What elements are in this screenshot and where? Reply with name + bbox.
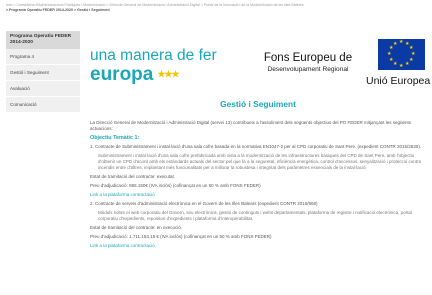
intro-text: La Direcció General de Modernització i A… (90, 120, 412, 131)
sidebar-item-gestio-seguiment[interactable]: Gestió i Seguiment (6, 65, 80, 81)
breadcrumb: Inici > Conselleria d'Administracions Pú… (6, 3, 426, 13)
item1-price: Preu d'adjudicació: 865.150€ (IVA inclòs… (90, 183, 261, 188)
europa-logo: una manera de fer europa ★★★ (90, 48, 242, 85)
item2-price: Preu d'adjudicació: 1.711.153,15 € (IVA … (90, 234, 272, 239)
tagline-line1: una manera de fer (90, 47, 217, 64)
sidebar: Programa Operatiu FEDER 2014-2020 Progra… (6, 31, 80, 113)
sidebar-item-avaluacio[interactable]: Avaluació (6, 81, 80, 97)
eu-stars-icon: ★ ★ ★ ★ ★ ★ ★ ★ ★ ★ ★ ★ (387, 39, 416, 69)
item1-description: Subministrament i instal·lació d'una sal… (98, 153, 422, 170)
item2-description: Mòduls sobre el web corporatiu del Gover… (98, 210, 412, 221)
item2-status: Estat de tramitació del contracte: en ex… (90, 225, 183, 230)
tagline-line2: europa ★★★ (90, 64, 242, 85)
fund-name-line1: Fons Europeu de (263, 52, 353, 64)
stars-icon: ★★★ (157, 69, 179, 79)
eu-flag-icon: ★ ★ ★ ★ ★ ★ ★ ★ ★ ★ ★ ★ (378, 39, 425, 70)
sidebar-item-comunicacio[interactable]: Comunicació (6, 97, 80, 113)
fund-name: Fons Europeu de Desenvolupament Regional (238, 52, 378, 74)
fund-name-line2: Desenvolupament Regional (267, 66, 349, 73)
item1-link[interactable]: Link a la plataforma contractació (90, 192, 426, 198)
eu-label: Unió Europea (366, 75, 431, 87)
breadcrumb-trail[interactable]: Inici > Conselleria d'Administracions Pú… (6, 3, 304, 7)
tagline-line2-text: europa (90, 64, 154, 85)
sidebar-heading[interactable]: Programa Operatiu FEDER 2014-2020 (6, 31, 80, 49)
page-title: Gestió i Seguiment (220, 99, 296, 109)
breadcrumb-current: > Programa Operatiu FEDER 2014-2020 > Ge… (6, 8, 110, 12)
objective-heading: Objectiu Temàtic 1: (90, 135, 140, 141)
item1-status: Estat de tramitació del contracte: execu… (90, 174, 176, 179)
sidebar-item-programa[interactable]: Programa 4 (6, 49, 80, 65)
article-body: La Direcció General de Modernització i A… (90, 120, 426, 252)
item1-title: 1. Contracte de Subministrament i instal… (90, 144, 422, 149)
item2-title: 2. Contracte de serveis d'administració … (90, 201, 318, 206)
item2-link[interactable]: Link a la plataforma contractació (90, 243, 426, 249)
